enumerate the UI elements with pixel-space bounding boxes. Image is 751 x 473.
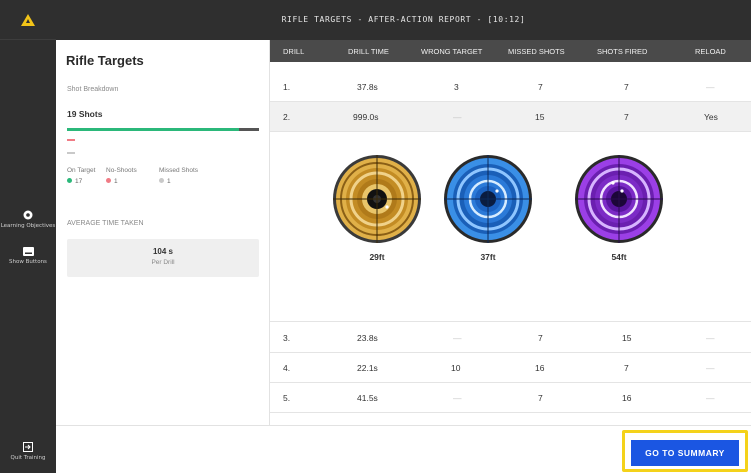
col-drill-time: DRILL TIME: [348, 47, 389, 56]
learning-objectives-button[interactable]: Learning Objectives: [0, 210, 56, 230]
reload: —: [706, 363, 715, 373]
table-row[interactable]: 2. 999.0s — 15 7 Yes: [270, 102, 751, 132]
legend-on-target-value: 17: [75, 178, 83, 185]
average-time-label: AVERAGE TIME TAKEN: [67, 220, 144, 227]
legend-missed-shots-label: Missed Shots: [159, 167, 199, 174]
target-distance: 37ft: [480, 252, 496, 262]
missed-shots: 7: [538, 393, 543, 403]
average-time-value: 104 s: [152, 247, 174, 256]
legend-on-target: On Target 17: [67, 167, 95, 185]
missed-shots-bar: [67, 152, 75, 154]
reload: —: [706, 393, 715, 403]
target-card: 37ft: [438, 154, 538, 262]
table-row[interactable]: 1. 37.8s 3 7 7 —: [270, 72, 751, 102]
wrong-target: 3: [454, 82, 459, 92]
missed-shots: 15: [535, 112, 545, 122]
target-card: 54ft: [569, 154, 669, 262]
reload: Yes: [704, 112, 718, 122]
legend-no-shoots-value: 1: [114, 178, 118, 185]
missed-shots: 7: [538, 333, 543, 343]
col-wrong-target: WRONG TARGET: [421, 47, 483, 56]
table-row[interactable]: 5. 41.5s — 7 16 —: [270, 383, 751, 413]
reload: —: [706, 82, 715, 92]
purple-target-icon: [575, 155, 663, 243]
drill-time: 41.5s: [357, 393, 378, 403]
drill-time: 23.8s: [357, 333, 378, 343]
drill-number: 5.: [283, 393, 291, 403]
drill-results-table: DRILL DRILL TIME WRONG TARGET MISSED SHO…: [270, 40, 751, 425]
shots-fired: 7: [624, 112, 629, 122]
drill-time: 999.0s: [353, 112, 379, 122]
learning-objectives-label: Learning Objectives: [0, 223, 56, 229]
table-header: DRILL DRILL TIME WRONG TARGET MISSED SHO…: [270, 40, 751, 62]
show-buttons-button[interactable]: Show Buttons: [0, 247, 56, 266]
go-to-summary-button[interactable]: GO TO SUMMARY: [631, 440, 739, 466]
keyboard-icon: [22, 247, 34, 256]
summary-button-highlight: GO TO SUMMARY: [622, 430, 748, 472]
legend-missed-shots: Missed Shots 1: [159, 167, 198, 185]
drill-time: 22.1s: [357, 363, 378, 373]
target-card: 29ft: [327, 154, 427, 262]
show-buttons-label: Show Buttons: [9, 259, 47, 265]
gold-target-icon: [333, 155, 421, 243]
missed-shots: 7: [538, 82, 543, 92]
drill-number: 1.: [283, 82, 291, 92]
no-shoots-bar: [67, 139, 75, 141]
summary-panel: Rifle Targets Shot Breakdown 19 Shots On…: [56, 40, 270, 425]
target-dot-icon: [23, 210, 33, 220]
legend-on-target-label: On Target: [67, 167, 96, 174]
drill-time: 37.8s: [357, 82, 378, 92]
side-rail: Learning Objectives Show Buttons Quit Tr…: [0, 0, 56, 473]
legend-no-shoots: No-Shoots 1: [106, 167, 137, 185]
panel-title: Rifle Targets: [66, 53, 144, 68]
col-reload: RELOAD: [695, 47, 726, 56]
wrong-target: —: [453, 112, 462, 122]
quit-training-button[interactable]: Quit Training: [0, 442, 56, 462]
report-header: RIFLE TARGETS - AFTER-ACTION REPORT - [1…: [56, 0, 751, 40]
drill-number: 3.: [283, 333, 291, 343]
target-distance: 54ft: [611, 252, 627, 262]
shots-fired: 15: [622, 333, 632, 343]
blue-target-icon: [444, 155, 532, 243]
wrong-target: —: [453, 333, 462, 343]
reload: —: [706, 333, 715, 343]
col-drill: DRILL: [283, 47, 305, 56]
legend-no-shoots-label: No-Shoots: [106, 167, 137, 174]
shots-fired: 7: [624, 82, 629, 92]
on-target-dot-icon: [67, 178, 72, 183]
col-missed-shots: MISSED SHOTS: [508, 47, 565, 56]
shot-breakdown-label: Shot Breakdown: [67, 86, 119, 93]
no-shoots-dot-icon: [106, 178, 111, 183]
shots-fired: 16: [622, 393, 632, 403]
footer-bar: GO TO SUMMARY: [56, 425, 751, 473]
app-logo: [0, 0, 56, 40]
shot-breakdown-bar: [67, 128, 259, 131]
quit-training-label: Quit Training: [10, 455, 46, 461]
average-time-unit: Per Drill: [151, 259, 175, 266]
exit-icon: [23, 442, 33, 452]
shots-total: 19 Shots: [67, 109, 103, 119]
legend-missed-shots-value: 1: [167, 178, 171, 185]
target-distance: 29ft: [369, 252, 385, 262]
drill-targets-panel: 29ft 37ft 54ft: [270, 132, 751, 322]
drill-number: 4.: [283, 363, 291, 373]
drill-number: 2.: [283, 112, 291, 122]
report-title: RIFLE TARGETS - AFTER-ACTION REPORT - [1…: [281, 15, 526, 24]
missed-shots: 16: [535, 363, 545, 373]
warning-triangle-icon: [21, 14, 35, 26]
table-row[interactable]: 3. 23.8s — 7 15 —: [270, 323, 751, 353]
wrong-target: 10: [451, 363, 461, 373]
col-shots-fired: SHOTS FIRED: [597, 47, 648, 56]
table-row[interactable]: 4. 22.1s 10 16 7 —: [270, 353, 751, 383]
average-time-card: 104 s Per Drill: [67, 239, 259, 277]
wrong-target: —: [453, 393, 462, 403]
shots-fired: 7: [624, 363, 629, 373]
on-target-bar-fill: [67, 128, 239, 131]
missed-shots-dot-icon: [159, 178, 164, 183]
